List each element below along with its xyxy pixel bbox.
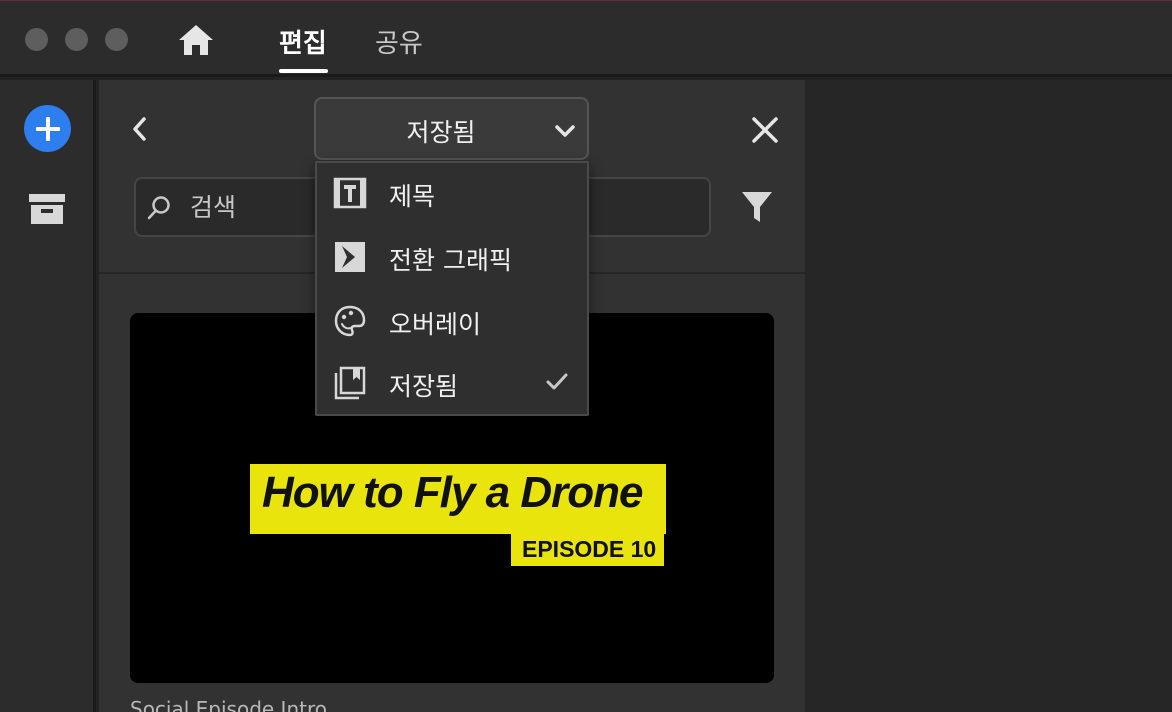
checkmark-icon: [546, 373, 568, 390]
active-tab-indicator: [279, 69, 328, 73]
menu-item-saved[interactable]: 저장됨: [317, 353, 587, 415]
preview-area: [805, 80, 1172, 712]
tab-share[interactable]: 공유: [375, 23, 423, 60]
menu-item-label: 저장됨: [389, 372, 459, 401]
thumbnail-subtitle-banner: EPISODE 10: [511, 534, 664, 566]
saved-icon: [334, 366, 366, 400]
menu-item-label: 제목: [389, 182, 436, 211]
home-icon[interactable]: [178, 23, 214, 57]
template-caption: Social Episode Intro: [130, 697, 327, 712]
close-window-button[interactable]: [25, 28, 48, 51]
thumbnail-title: How to Fly a Drone: [262, 468, 643, 517]
zoom-window-button[interactable]: [105, 28, 128, 51]
minimize-window-button[interactable]: [65, 28, 88, 51]
left-rail: [0, 80, 96, 712]
menu-item-label: 전환 그래픽: [389, 246, 512, 275]
thumbnail-subtitle: EPISODE 10: [522, 536, 657, 562]
thumbnail-title-banner: How to Fly a Drone: [250, 464, 666, 534]
transition-icon: [335, 242, 365, 272]
title-icon: [333, 177, 367, 209]
tab-edit[interactable]: 편집: [279, 23, 327, 60]
menu-item-transitions[interactable]: 전환 그래픽: [317, 227, 587, 289]
app-window: 편집 공유 저장됨 검색 How to Fly a Drone EPISODE …: [0, 0, 1172, 712]
menu-item-titles[interactable]: 제목: [317, 163, 587, 225]
filter-icon[interactable]: [739, 188, 775, 226]
add-button[interactable]: [24, 105, 71, 152]
category-menu: 제목 전환 그래픽 오버레이 저장됨: [315, 161, 589, 416]
archive-icon[interactable]: [28, 192, 66, 226]
menu-item-overlays[interactable]: 오버레이: [317, 291, 587, 353]
menu-item-label: 오버레이: [389, 310, 482, 339]
dropdown-selected-label: 저장됨: [406, 118, 476, 147]
close-icon[interactable]: [749, 114, 781, 146]
overlay-icon: [334, 305, 366, 337]
search-icon: [147, 196, 170, 220]
title-bar: 편집 공유: [0, 1, 1172, 77]
category-dropdown[interactable]: 저장됨: [314, 97, 589, 160]
back-chevron-icon[interactable]: [127, 114, 151, 144]
chevron-down-icon: [555, 125, 575, 137]
plus-icon: [35, 116, 60, 141]
